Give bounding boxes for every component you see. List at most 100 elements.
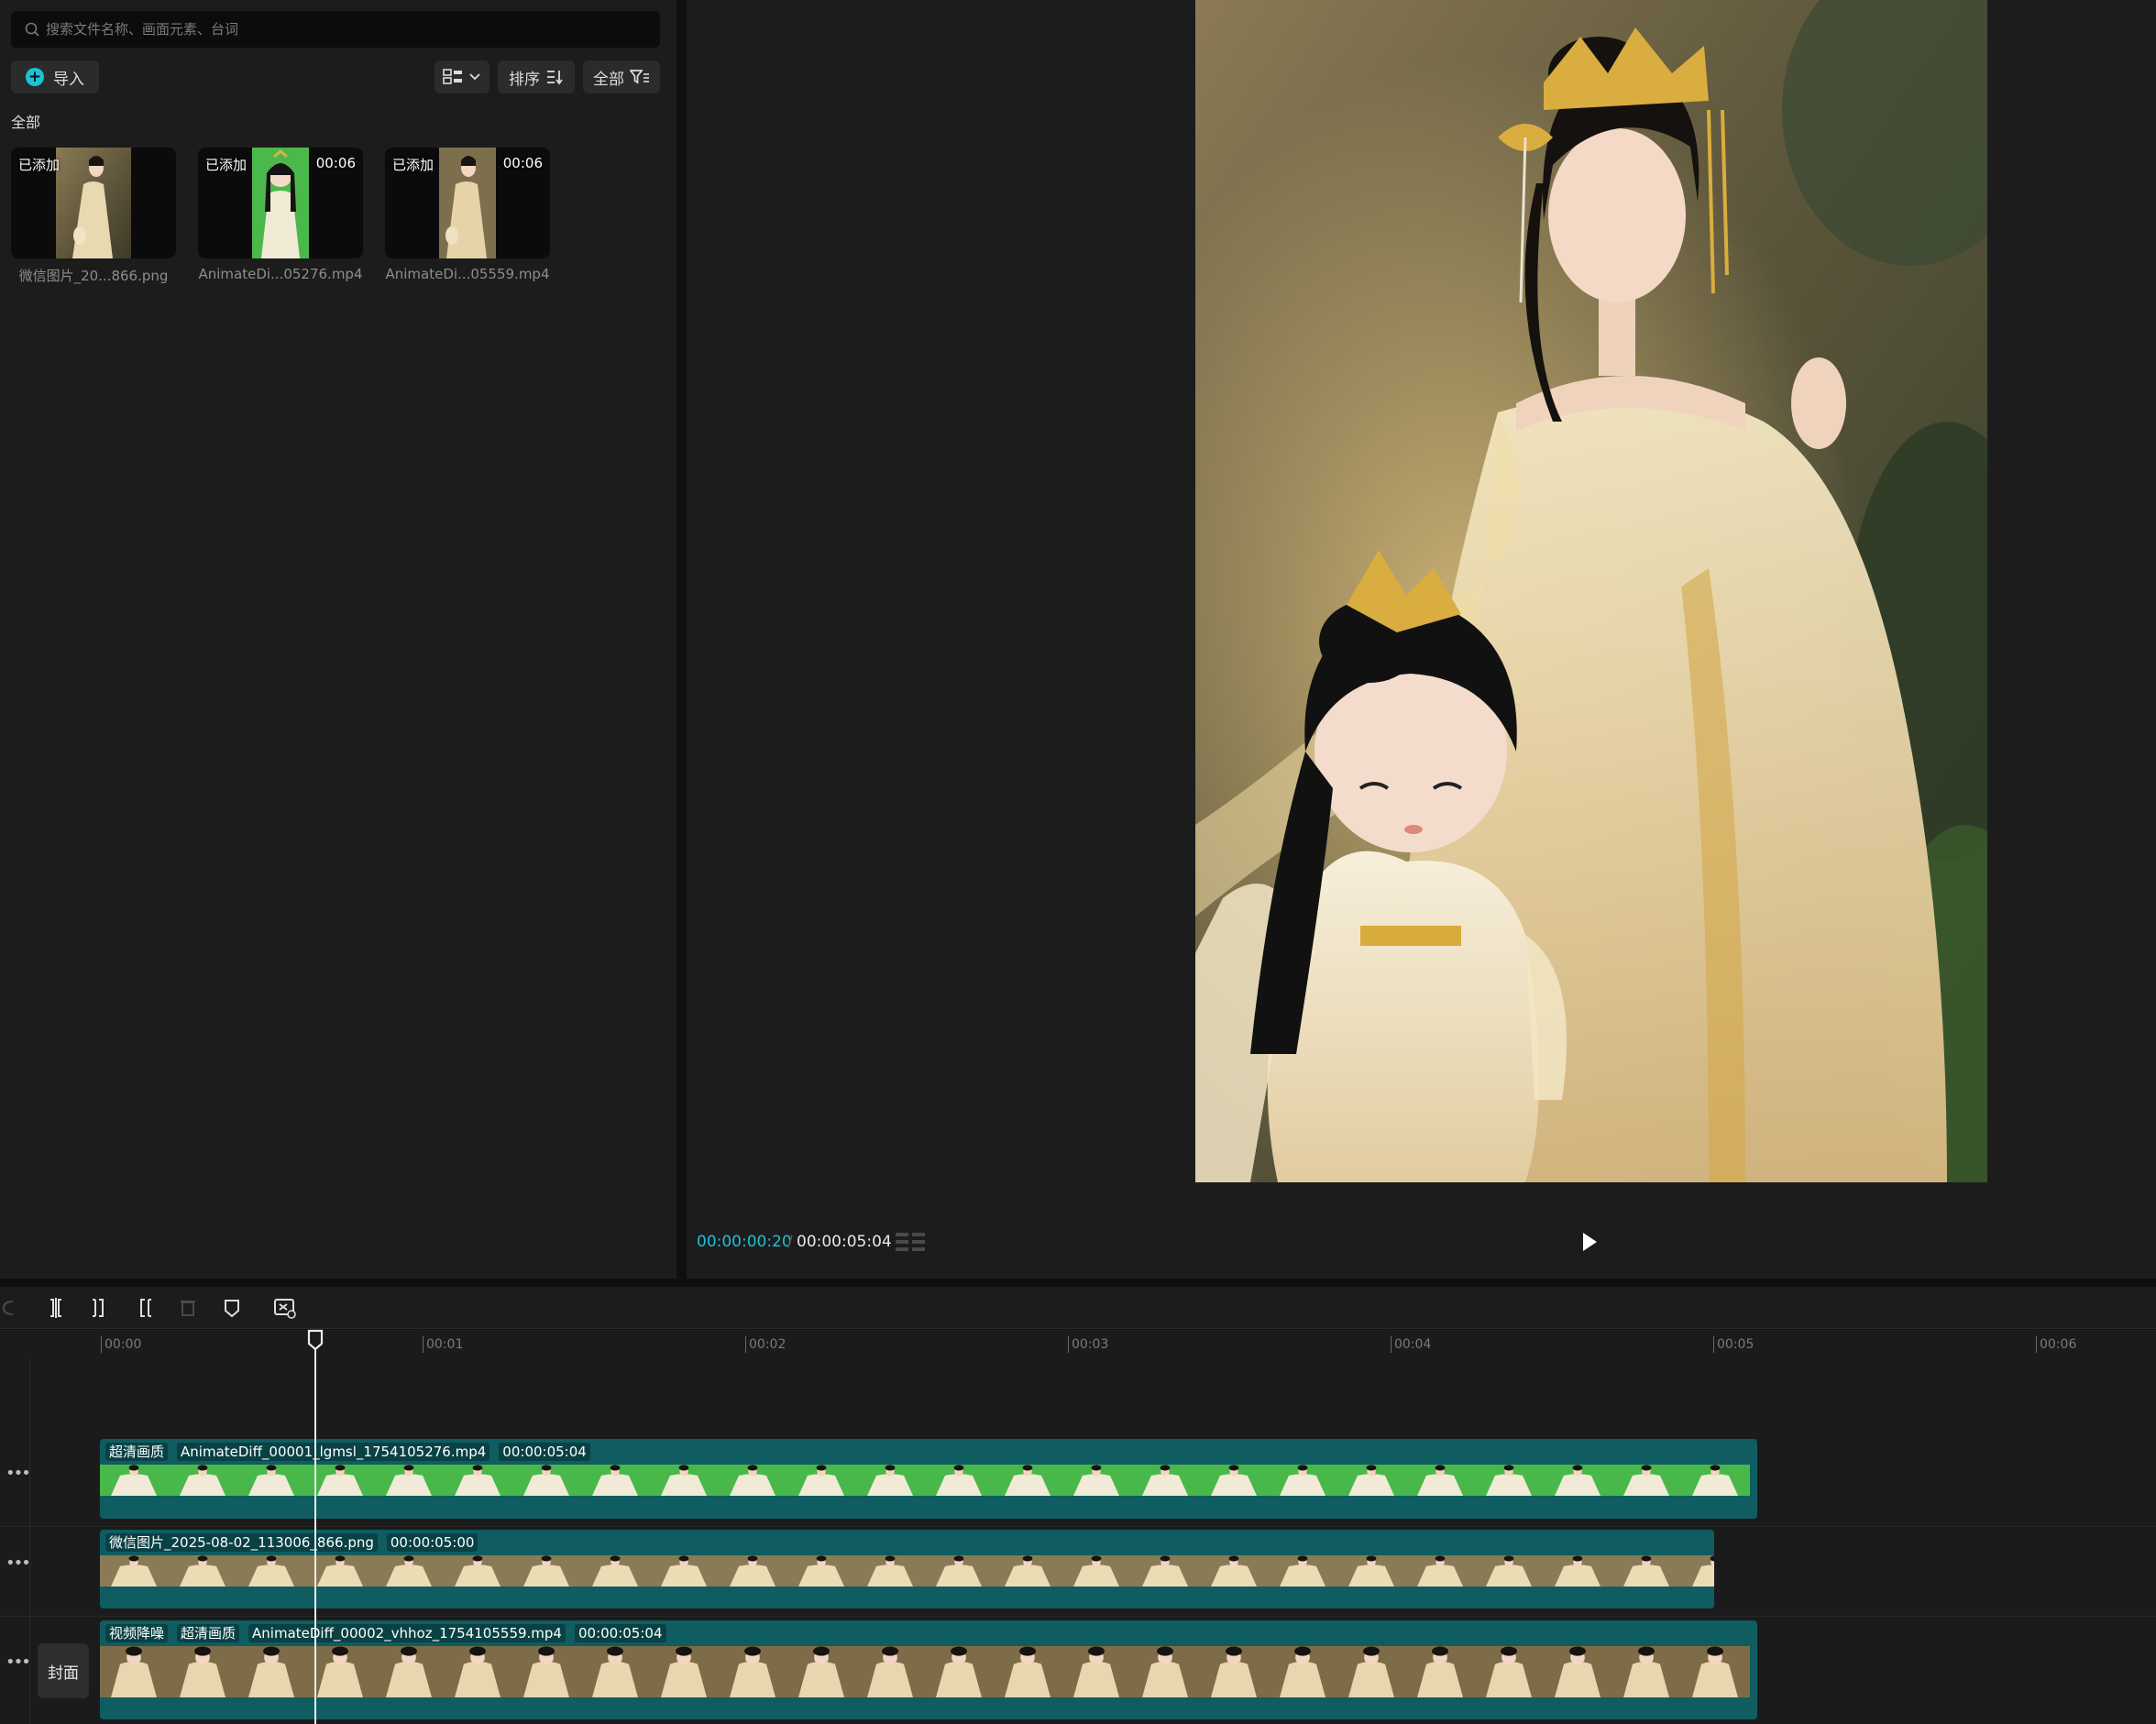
chevron-down-icon xyxy=(469,73,480,81)
filmstrip-frame-cell xyxy=(787,1465,856,1496)
track-menu-icon[interactable]: ••• xyxy=(6,1653,31,1672)
filmstrip-frame-cell xyxy=(1612,1465,1681,1496)
sort-button[interactable]: 排序 xyxy=(498,60,575,93)
track-menu-icon[interactable]: ••• xyxy=(6,1554,31,1573)
timecode-grid-icon[interactable] xyxy=(895,1231,926,1253)
filmstrip-frame xyxy=(169,1465,237,1496)
media-thumbnail[interactable]: 已添加 xyxy=(11,148,176,258)
filmstrip-frame xyxy=(169,1646,237,1697)
media-thumbnail[interactable]: 已添加 00:06 xyxy=(198,148,363,258)
added-badge: 已添加 xyxy=(205,157,248,173)
filter-icon xyxy=(630,70,649,84)
clip-tag: 视频降噪 xyxy=(105,1624,169,1642)
filmstrip-frame-cell xyxy=(856,1646,925,1697)
filmstrip-frame xyxy=(856,1465,925,1496)
tick-label: 00:03 xyxy=(1072,1337,1109,1352)
import-label: 导入 xyxy=(53,70,84,89)
media-filename: AnimateDi...05559.mp4 xyxy=(385,266,550,282)
clip-filename: AnimateDiff_00002_vhhoz_1754105559.mp4 xyxy=(248,1624,566,1642)
time-separator: / xyxy=(787,1233,793,1251)
media-thumbnail[interactable]: 已添加 00:06 xyxy=(385,148,550,258)
ruler-tick xyxy=(2036,1336,2037,1353)
search-bar[interactable] xyxy=(11,11,660,48)
filmstrip-frame-cell xyxy=(1612,1646,1681,1697)
track-menu-icon[interactable]: ••• xyxy=(6,1464,31,1483)
filmstrip-frame xyxy=(100,1465,169,1496)
filmstrip-frame-cell xyxy=(1131,1646,1200,1697)
split-icon[interactable] xyxy=(44,1296,68,1320)
video-clip-1[interactable]: 超清画质 AnimateDiff_00001_lgmsl_1754105276.… xyxy=(100,1439,1757,1519)
filmstrip-frame-cell xyxy=(237,1646,306,1697)
cover-button[interactable]: 封面 xyxy=(38,1643,89,1698)
filmstrip-frame xyxy=(1406,1646,1475,1697)
filmstrip-frame-cell xyxy=(925,1465,994,1496)
filmstrip-frame xyxy=(1200,1646,1269,1697)
ruler-tick xyxy=(745,1336,746,1353)
sort-label: 排序 xyxy=(509,70,540,89)
filmstrip-frame xyxy=(650,1465,719,1496)
filmstrip-frame-cell xyxy=(306,1646,375,1697)
filmstrip-frame xyxy=(650,1646,719,1697)
filmstrip-frame xyxy=(512,1555,581,1587)
filmstrip-frame-cell xyxy=(1131,1465,1200,1496)
filmstrip-frame xyxy=(512,1646,581,1697)
trim-left-icon[interactable] xyxy=(88,1296,112,1320)
clip-duration: 00:00:05:04 xyxy=(574,1624,666,1642)
trim-right-icon[interactable] xyxy=(132,1296,156,1320)
marker-icon[interactable] xyxy=(220,1296,244,1320)
auto-caption-icon[interactable] xyxy=(273,1296,297,1320)
playhead-icon[interactable] xyxy=(306,1329,324,1351)
filmstrip-frame xyxy=(856,1646,925,1697)
clip-filmstrip xyxy=(100,1646,1750,1697)
view-mode-button[interactable] xyxy=(434,60,490,93)
woman-video-image xyxy=(439,148,496,258)
filmstrip-frame-cell xyxy=(1337,1555,1406,1587)
clip-label: 视频降噪 超清画质 AnimateDiff_00002_vhhoz_175410… xyxy=(105,1624,666,1642)
track-divider xyxy=(0,1526,2156,1527)
search-input[interactable] xyxy=(46,21,614,38)
play-icon[interactable] xyxy=(1579,1230,1600,1254)
playhead-line[interactable] xyxy=(314,1340,316,1724)
woman-image xyxy=(56,148,131,258)
ruler-tick xyxy=(1713,1336,1714,1353)
preview-frame xyxy=(1195,0,1987,1182)
media-toolbar: + 导入 排序 全部 xyxy=(11,60,660,93)
video-clip-2[interactable]: 视频降噪 超清画质 AnimateDiff_00002_vhhoz_175410… xyxy=(100,1620,1757,1719)
filmstrip-frame xyxy=(1475,1646,1544,1697)
filmstrip-frame-cell xyxy=(1337,1646,1406,1697)
filmstrip-frame-cell xyxy=(1544,1555,1612,1587)
filmstrip-frame-cell xyxy=(994,1465,1062,1496)
image-clip[interactable]: 微信图片_2025-08-02_113006_866.png 00:00:05:… xyxy=(100,1530,1714,1609)
filmstrip-frame xyxy=(1612,1465,1681,1496)
filmstrip-frame-cell xyxy=(375,1646,444,1697)
filmstrip-frame xyxy=(1200,1465,1269,1496)
section-label-all: 全部 xyxy=(11,114,41,131)
filmstrip-frame-cell xyxy=(719,1465,787,1496)
filmstrip-frame-cell xyxy=(1200,1465,1269,1496)
filmstrip-frame-cell xyxy=(1200,1555,1269,1587)
track-header-column: ••• ••• ••• xyxy=(0,1357,31,1724)
delete-icon[interactable] xyxy=(176,1296,200,1320)
filmstrip-frame xyxy=(1681,1646,1750,1697)
tick-label: 00:02 xyxy=(749,1337,786,1352)
filmstrip-frame xyxy=(994,1646,1062,1697)
clip-filename: AnimateDiff_00001_lgmsl_1754105276.mp4 xyxy=(177,1443,490,1461)
undo-icon[interactable] xyxy=(0,1296,24,1320)
filmstrip-frame xyxy=(1612,1646,1681,1697)
filmstrip-frame xyxy=(1475,1465,1544,1496)
filmstrip-frame xyxy=(1406,1465,1475,1496)
filmstrip-frame xyxy=(444,1555,512,1587)
filmstrip-frame xyxy=(1475,1555,1544,1587)
ruler-tick xyxy=(423,1336,424,1353)
filmstrip-frame xyxy=(1269,1465,1337,1496)
filmstrip-frame xyxy=(444,1465,512,1496)
filter-button[interactable]: 全部 xyxy=(583,60,660,93)
import-button[interactable]: + 导入 xyxy=(11,60,99,93)
filmstrip-frame-cell xyxy=(169,1465,237,1496)
filmstrip-frame-cell xyxy=(100,1646,169,1697)
filmstrip-frame-cell xyxy=(100,1555,169,1587)
filmstrip-frame-cell xyxy=(375,1465,444,1496)
current-time: 00:00:00:20 xyxy=(697,1233,792,1251)
filmstrip-frame-cell xyxy=(650,1646,719,1697)
clip-duration: 00:00:05:00 xyxy=(386,1533,478,1552)
